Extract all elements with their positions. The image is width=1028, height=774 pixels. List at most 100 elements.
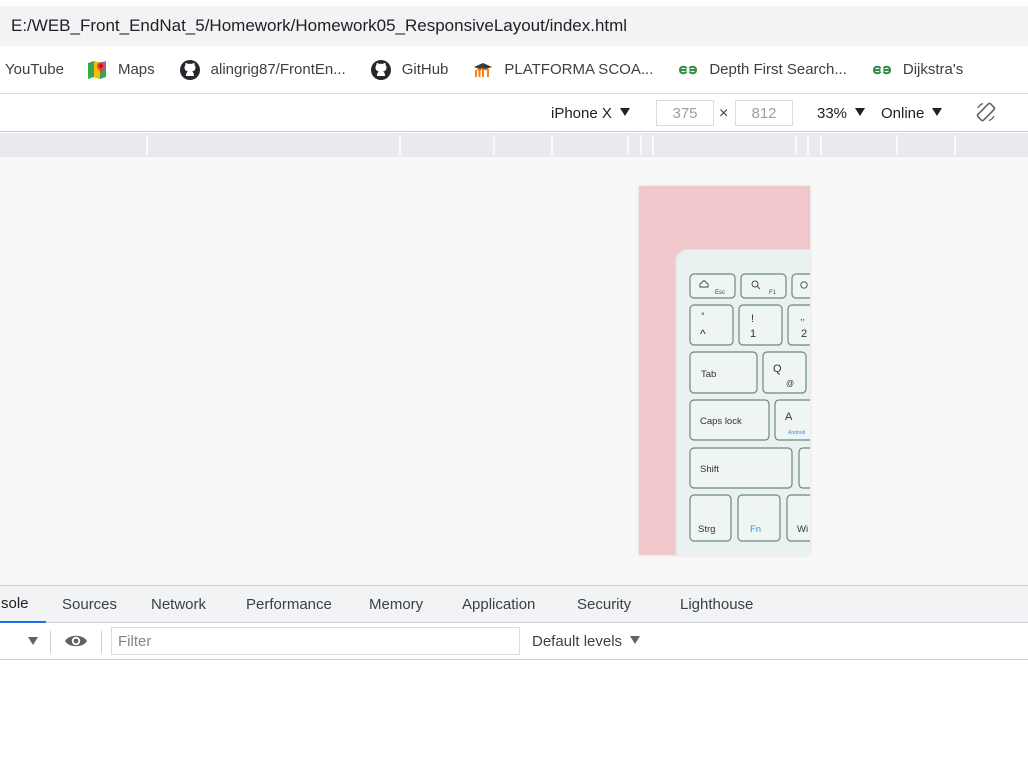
caret-down-icon bbox=[28, 637, 38, 645]
ruler-mark bbox=[640, 135, 642, 155]
ruler-mark bbox=[146, 135, 148, 155]
ruler-mark bbox=[399, 135, 401, 155]
bookmark-label: alingrig87/FrontEn... bbox=[210, 61, 346, 78]
geeksforgeeks-icon bbox=[677, 59, 699, 81]
bookmark-maps[interactable]: Maps bbox=[86, 46, 155, 93]
key-label-wi: Wi bbox=[797, 524, 808, 535]
device-label: iPhone X bbox=[551, 105, 612, 122]
key-label-shift: Shift bbox=[700, 464, 719, 475]
log-levels-label: Default levels bbox=[532, 633, 623, 650]
live-expression-button[interactable] bbox=[64, 632, 88, 654]
github-icon bbox=[370, 59, 392, 81]
google-maps-icon bbox=[86, 59, 108, 81]
key-label-fn: Fn bbox=[750, 524, 761, 535]
console-toolbar: Default levels bbox=[0, 623, 1028, 660]
tab-label: Memory bbox=[369, 596, 424, 613]
dimension-separator: × bbox=[719, 104, 729, 122]
key-label-one: 1 bbox=[750, 328, 756, 340]
ruler-mark bbox=[493, 135, 495, 155]
tab-console[interactable]: sole bbox=[0, 586, 46, 623]
key-label-esc: Esc bbox=[715, 290, 725, 296]
filter-input[interactable] bbox=[111, 627, 520, 655]
bookmark-youtube[interactable]: YouTube bbox=[5, 46, 64, 93]
tab-lighthouse[interactable]: Lighthouse bbox=[680, 586, 753, 623]
caret-down-icon bbox=[630, 635, 641, 644]
width-input[interactable]: 375 bbox=[656, 100, 714, 126]
ruler-mark bbox=[954, 135, 956, 155]
bookmark-label: YouTube bbox=[5, 61, 64, 78]
tab-sources[interactable]: Sources bbox=[62, 586, 117, 623]
key-label-exclaim: ! bbox=[751, 313, 754, 325]
log-levels-dropdown[interactable]: Default levels bbox=[532, 623, 641, 660]
bookmark-label: Maps bbox=[117, 61, 155, 78]
tab-label: Security bbox=[577, 596, 632, 613]
geeksforgeeks-icon bbox=[871, 59, 893, 81]
keyboard-photo: Esc F1 ° ^ ! 1 2 ,, Tab Q @ Caps lock A … bbox=[639, 186, 810, 555]
key-label-strg: Strg bbox=[698, 524, 715, 535]
caret-down-icon bbox=[619, 107, 630, 116]
device-select[interactable]: iPhone X bbox=[551, 95, 630, 132]
console-output[interactable] bbox=[0, 660, 1028, 774]
throttle-select[interactable]: Online bbox=[881, 95, 943, 132]
device-toolbar: iPhone X 375 × 812 33% Online bbox=[0, 95, 1028, 132]
bookmark-label: GitHub bbox=[401, 61, 449, 78]
toolbar-divider bbox=[50, 631, 51, 653]
emulated-viewport bbox=[0, 157, 1028, 585]
key-label-android: Android bbox=[788, 430, 805, 436]
tab-label: Network bbox=[151, 596, 207, 613]
ruler-mark bbox=[807, 135, 809, 155]
key-label-at: @ bbox=[786, 379, 794, 388]
bookmark-platforma[interactable]: PLATFORMA SCOA... bbox=[472, 46, 653, 93]
ruler-mark bbox=[627, 135, 629, 155]
key-label-caps-lock: Caps lock bbox=[700, 416, 742, 427]
rotate-button[interactable] bbox=[975, 95, 997, 132]
zoom-label: 33% bbox=[817, 105, 848, 122]
bookmark-github[interactable]: GitHub bbox=[370, 46, 449, 93]
tab-security[interactable]: Security bbox=[577, 586, 631, 623]
key-label-q: Q bbox=[773, 363, 782, 375]
tab-label: sole bbox=[1, 595, 29, 612]
ruler-mark bbox=[551, 135, 553, 155]
ruler-mark bbox=[820, 135, 822, 155]
throttle-label: Online bbox=[881, 105, 925, 122]
context-dropdown[interactable] bbox=[28, 634, 38, 651]
moodle-icon bbox=[472, 59, 494, 81]
github-icon bbox=[179, 59, 201, 81]
svg-text:,,: ,, bbox=[800, 312, 805, 322]
eye-icon bbox=[64, 635, 88, 654]
bookmark-label: PLATFORMA SCOA... bbox=[504, 61, 654, 78]
address-bar[interactable]: E:/WEB_Front_EndNat_5/Homework/Homework0… bbox=[0, 6, 1028, 46]
ruler-mark bbox=[896, 135, 898, 155]
tab-network[interactable]: Network bbox=[151, 586, 206, 623]
bookmark-dijkstra[interactable]: Dijkstra's bbox=[871, 46, 963, 93]
tab-label: Sources bbox=[62, 596, 118, 613]
key-label-caret: ^ bbox=[700, 327, 706, 341]
bookmark-label: Dijkstra's bbox=[902, 61, 964, 78]
caret-down-icon bbox=[932, 107, 943, 116]
zoom-select[interactable]: 33% bbox=[817, 95, 866, 132]
rotate-icon bbox=[975, 101, 997, 127]
key-label-two: 2 bbox=[801, 328, 807, 340]
tab-application[interactable]: Application bbox=[462, 586, 535, 623]
key-label-tab: Tab bbox=[701, 369, 716, 380]
tab-label: Lighthouse bbox=[680, 596, 754, 613]
device-screen[interactable]: Esc F1 ° ^ ! 1 2 ,, Tab Q @ Caps lock A … bbox=[639, 186, 810, 555]
ruler-mark bbox=[652, 135, 654, 155]
bookmark-dfs[interactable]: Depth First Search... bbox=[677, 46, 847, 93]
bookmark-label: Depth First Search... bbox=[709, 61, 847, 78]
tab-label: Performance bbox=[246, 596, 332, 613]
tab-memory[interactable]: Memory bbox=[369, 586, 423, 623]
height-input[interactable]: 812 bbox=[735, 100, 793, 126]
tab-performance[interactable]: Performance bbox=[246, 586, 332, 623]
tab-label: Application bbox=[462, 596, 536, 613]
key-label-f1: F1 bbox=[769, 290, 777, 296]
ruler-mark bbox=[795, 135, 797, 155]
key-label-a: A bbox=[785, 411, 793, 423]
caret-down-icon bbox=[855, 107, 866, 116]
bookmark-alingrig87[interactable]: alingrig87/FrontEn... bbox=[179, 46, 346, 93]
key-label-degree: ° bbox=[701, 311, 705, 321]
media-query-ruler bbox=[0, 133, 1028, 157]
devtools-tabbar: sole Sources Network Performance Memory … bbox=[0, 585, 1028, 623]
toolbar-divider bbox=[101, 631, 102, 653]
address-url[interactable]: E:/WEB_Front_EndNat_5/Homework/Homework0… bbox=[11, 16, 627, 36]
